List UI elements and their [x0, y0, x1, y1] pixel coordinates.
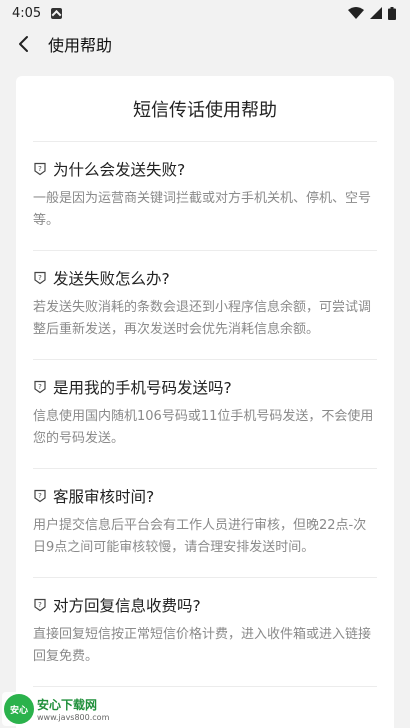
faq-answer: 一般是因为运营商关键词拦截或对方手机关机、停机、空号等。 [33, 191, 372, 228]
faq-item: ? 是用我的手机号码发送吗? 信息使用国内随机106号码或11位手机号码发送，不… [33, 360, 377, 469]
watermark: 安心 安心下载网 www.javs800.com [2, 692, 114, 726]
back-arrow-icon [19, 36, 28, 52]
faq-question-text: 为什么会发送失败? [53, 161, 186, 179]
watermark-text: 安心下载网 www.javs800.com [37, 696, 109, 722]
faq-answer: 用户提交信息后平台会有工作人员进行审核，但晚22点-次日9点之间可能审核较慢，请… [33, 518, 367, 555]
question-shield-icon: ? [34, 271, 46, 285]
status-bar: 4:05 [0, 0, 410, 26]
faq-answer: 直接回复短信按正常短信价格计费，进入收件箱或进入链接回复免费。 [33, 627, 372, 664]
status-time: 4:05 [12, 5, 42, 21]
question-shield-icon: ? [34, 489, 46, 503]
faq-question[interactable]: ? 对方回复信息收费吗? [33, 594, 377, 616]
watermark-name: 安心下载网 [37, 698, 98, 712]
faq-item: ? 对方回复信息收费吗? 直接回复短信按正常短信价格计费，进入收件箱或进入链接回… [33, 578, 377, 687]
status-icons [348, 6, 396, 20]
faq-question[interactable]: ? 是用我的手机号码发送吗? [33, 376, 377, 398]
app-bar: 使用帮助 [0, 26, 410, 62]
faq-item: ? 发送失败怎么办? 若发送失败消耗的条数会退还到小程序信息余额，可尝试调整后重… [33, 251, 377, 360]
faq-question[interactable]: ? 为什么会发送失败? [33, 158, 377, 180]
battery-icon [388, 6, 396, 20]
faq-question[interactable]: ? 发送失败怎么办? [33, 267, 377, 289]
faq-question-text: 是用我的手机号码发送吗? [53, 379, 232, 397]
faq-question-text: 发送失败怎么办? [53, 270, 170, 288]
faq-answer: 若发送失败消耗的条数会退还到小程序信息余额，可尝试调整后重新发送，再次发送时会优… [33, 300, 372, 337]
question-shield-icon: ? [34, 380, 46, 394]
help-card: 短信传话使用帮助 ? 为什么会发送失败? 一般是因为运营商关键词拦截或对方手机关… [16, 76, 394, 728]
faq-question-text: 对方回复信息收费吗? [53, 597, 201, 615]
card-title: 短信传话使用帮助 [33, 76, 377, 142]
wifi-icon [348, 7, 364, 19]
faq-item: ? 客服审核时间? 用户提交信息后平台会有工作人员进行审核，但晚22点-次日9点… [33, 469, 377, 578]
watermark-url: www.javs800.com [37, 713, 110, 722]
faq-item: ? 为什么会发送失败? 一般是因为运营商关键词拦截或对方手机关机、停机、空号等。 [33, 142, 377, 251]
watermark-logo-icon: 安心 [4, 694, 34, 724]
svg-text:?: ? [38, 274, 42, 282]
question-shield-icon: ? [34, 598, 46, 612]
back-button[interactable] [10, 31, 36, 57]
signal-icon [370, 7, 382, 19]
faq-answer: 信息使用国内随机106号码或11位手机号码发送，不会使用您的号码发送。 [33, 409, 374, 446]
svg-text:?: ? [38, 165, 42, 173]
notification-icon [51, 7, 63, 19]
page-title: 使用帮助 [48, 36, 113, 55]
faq-question[interactable]: ? 客服审核时间? [33, 485, 377, 507]
svg-text:?: ? [38, 601, 42, 609]
question-shield-icon: ? [34, 162, 46, 176]
svg-text:?: ? [38, 492, 42, 500]
svg-text:?: ? [38, 383, 42, 391]
faq-question-text: 客服审核时间? [53, 488, 155, 506]
